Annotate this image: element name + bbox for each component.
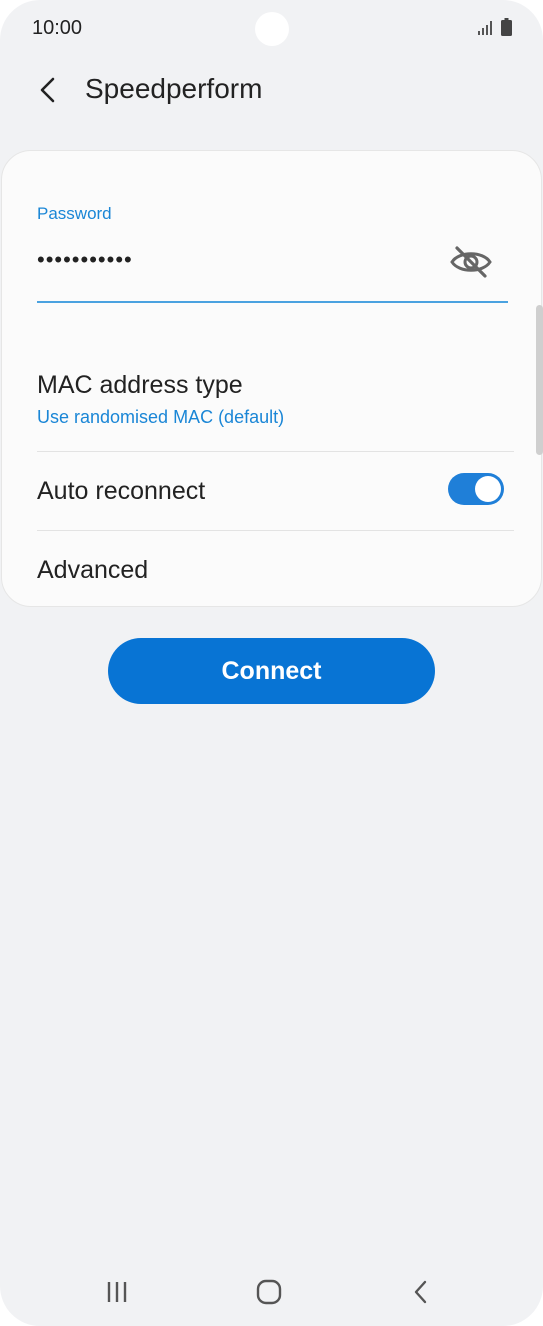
eye-off-icon	[450, 246, 492, 278]
home-icon	[256, 1279, 282, 1305]
status-bar: 10:00	[0, 0, 543, 58]
recents-button[interactable]	[97, 1272, 137, 1312]
page-title: Speedperform	[85, 73, 263, 104]
mac-address-type-value: Use randomised MAC (default)	[37, 407, 285, 427]
password-underline	[37, 301, 508, 303]
status-time: 10:00	[32, 17, 83, 39]
auto-reconnect-label: Auto reconnect	[37, 477, 206, 505]
chevron-left-icon	[40, 77, 55, 103]
password-input[interactable]: •••••••••••	[37, 247, 133, 273]
signal-icon	[478, 21, 492, 35]
scrollbar[interactable]	[536, 305, 543, 455]
divider	[37, 451, 514, 452]
camera-cutout	[255, 12, 289, 46]
home-button[interactable]	[249, 1272, 289, 1312]
battery-icon	[501, 18, 512, 36]
back-button[interactable]	[28, 70, 68, 110]
mac-address-type-label: MAC address type	[37, 371, 243, 399]
advanced-label: Advanced	[37, 556, 149, 584]
divider	[37, 530, 514, 531]
navigation-bar	[0, 1262, 543, 1322]
back-icon	[414, 1280, 427, 1304]
connect-button[interactable]: Connect	[108, 638, 435, 704]
phone-screen: 10:00 Speedperform Password •••••••••••	[0, 0, 543, 1326]
auto-reconnect-toggle[interactable]	[448, 473, 504, 505]
password-label: Password	[37, 204, 112, 223]
system-back-button[interactable]	[401, 1272, 441, 1312]
header: Speedperform	[0, 58, 543, 122]
recents-icon	[107, 1282, 127, 1302]
toggle-knob	[475, 476, 501, 502]
network-settings-card: Password ••••••••••• MAC address type Us…	[1, 150, 542, 607]
toggle-password-visibility-button[interactable]	[448, 242, 494, 282]
